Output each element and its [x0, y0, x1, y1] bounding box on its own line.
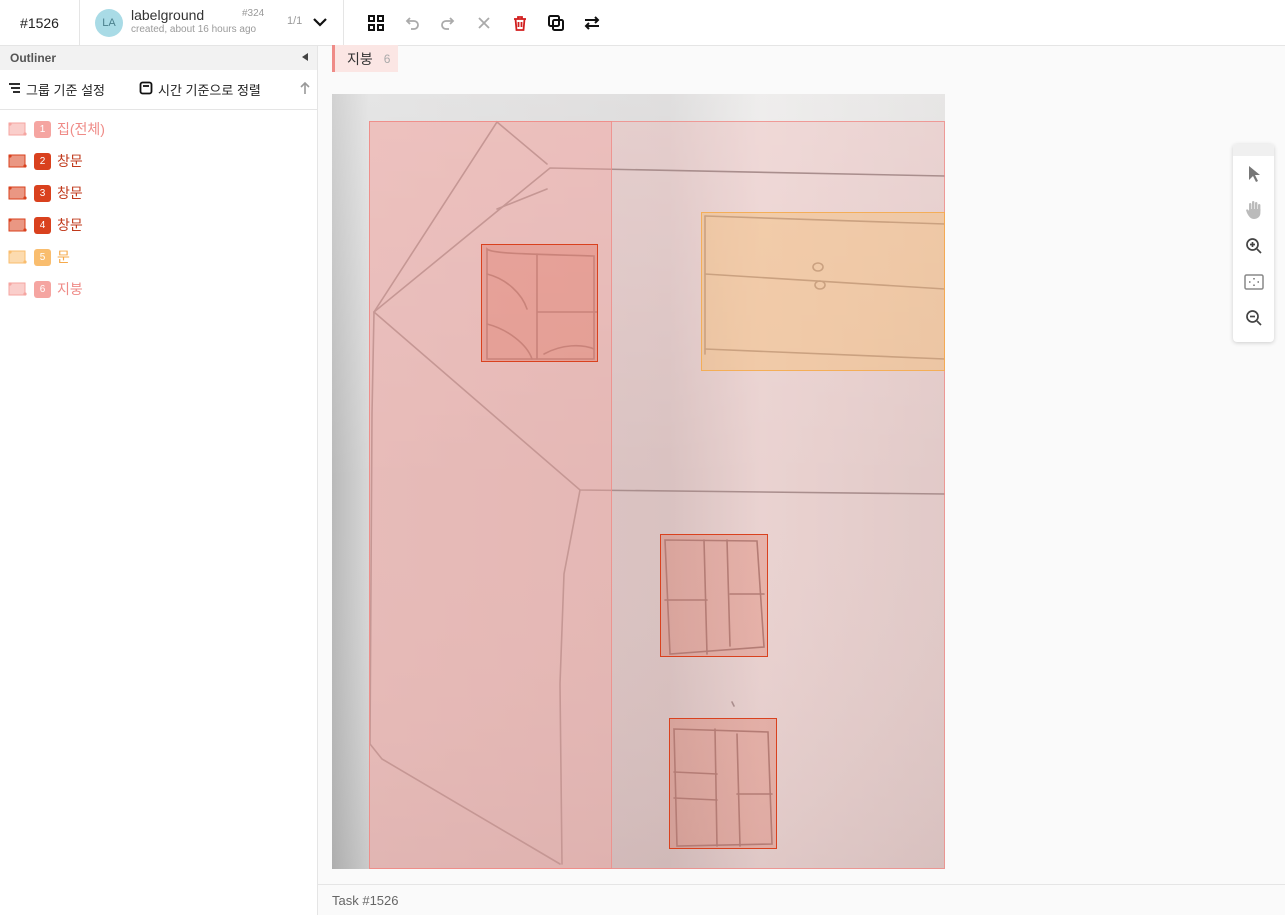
list-icon: [8, 82, 21, 97]
selected-label-count: 6: [383, 51, 391, 66]
image-canvas[interactable]: [332, 94, 945, 869]
bbox-window[interactable]: [660, 534, 768, 657]
sort-by-time-label: 시간 기준으로 정렬: [157, 83, 261, 98]
outliner-item[interactable]: 5문: [0, 241, 317, 273]
created-time: created, about 16 hours ago: [131, 23, 257, 35]
object-list: 1 집(전체) 2 창문 3 창문 4 창문 5 문 6 지붕: [0, 110, 317, 305]
item-label: 창문: [57, 153, 83, 169]
canvas-tool-panel: [1233, 144, 1274, 342]
undo-icon[interactable]: [394, 5, 430, 41]
outliner-item[interactable]: 3 창문: [0, 177, 317, 209]
item-label: 창문: [57, 217, 83, 233]
item-index-badge: 4: [34, 216, 51, 234]
task-id: #1526: [0, 0, 80, 46]
outliner-controls: 그룹 기준 설정 시간 기준으로 정렬: [0, 70, 317, 110]
annotation-id: #324: [242, 7, 265, 19]
bbox-roof[interactable]: [369, 121, 612, 869]
item-index-badge: 1: [34, 120, 51, 138]
arrow-up-icon[interactable]: [299, 81, 311, 98]
swap-icon[interactable]: [574, 5, 610, 41]
outliner-panel: Outliner 그룹 기준 설정 시간 기준으로 정렬 1 집(전체) 2 창문 3 창…: [0, 46, 318, 915]
bbox-door[interactable]: [701, 212, 945, 371]
zoom-in-icon[interactable]: [1233, 228, 1274, 264]
footer-task-label: Task #1526: [332, 892, 399, 908]
outliner-title: Outliner: [10, 51, 57, 65]
bbox-icon: [8, 249, 28, 265]
avatar: LA: [95, 8, 123, 37]
item-label: 지붕: [57, 281, 83, 297]
bbox-icon: [8, 185, 28, 201]
selected-label-chip[interactable]: 지붕 6: [332, 45, 399, 72]
bbox-window[interactable]: [669, 718, 777, 849]
item-label: 창문: [57, 185, 83, 201]
annotation-info: LA labelground created, about 16 hours a…: [80, 0, 344, 46]
hand-icon[interactable]: [1233, 192, 1274, 228]
outliner-item[interactable]: 1 집(전체): [0, 113, 317, 145]
redo-icon[interactable]: [430, 5, 466, 41]
trash-icon[interactable]: [502, 5, 538, 41]
item-index-badge: 3: [34, 184, 51, 202]
group-by-button[interactable]: 그룹 기준 설정: [8, 80, 105, 99]
bbox-icon: [8, 121, 28, 137]
bbox-window[interactable]: [481, 244, 598, 362]
collapse-icon[interactable]: [301, 51, 309, 65]
bbox-icon: [8, 153, 28, 169]
grid-icon[interactable]: [358, 5, 394, 41]
close-icon[interactable]: [466, 5, 502, 41]
page-count: 1/1: [287, 14, 303, 27]
item-index-badge: 6: [34, 280, 51, 298]
group-by-label: 그룹 기준 설정: [26, 83, 105, 98]
top-bar: #1526 LA labelground created, about 16 h…: [0, 0, 1285, 46]
username: labelground: [131, 6, 205, 23]
chevron-down-icon[interactable]: [310, 12, 330, 32]
sort-icon: [139, 81, 153, 98]
footer: Task #1526: [318, 884, 1285, 915]
zoom-out-icon[interactable]: [1233, 300, 1274, 336]
bbox-icon: [8, 281, 28, 297]
item-index-badge: 5: [34, 248, 51, 266]
outliner-header: Outliner: [0, 46, 317, 70]
item-label: 문: [57, 249, 70, 265]
bbox-icon: [8, 217, 28, 233]
pointer-icon[interactable]: [1233, 156, 1274, 192]
selected-label-name: 지붕: [347, 50, 373, 67]
item-index-badge: 2: [34, 152, 51, 170]
outliner-item[interactable]: 6 지붕: [0, 273, 317, 305]
sort-by-time-button[interactable]: 시간 기준으로 정렬: [139, 80, 261, 99]
item-label: 집(전체): [57, 121, 105, 137]
outliner-item[interactable]: 4 창문: [0, 209, 317, 241]
copy-icon[interactable]: [538, 5, 574, 41]
fit-screen-icon[interactable]: [1233, 264, 1274, 300]
outliner-item[interactable]: 2 창문: [0, 145, 317, 177]
